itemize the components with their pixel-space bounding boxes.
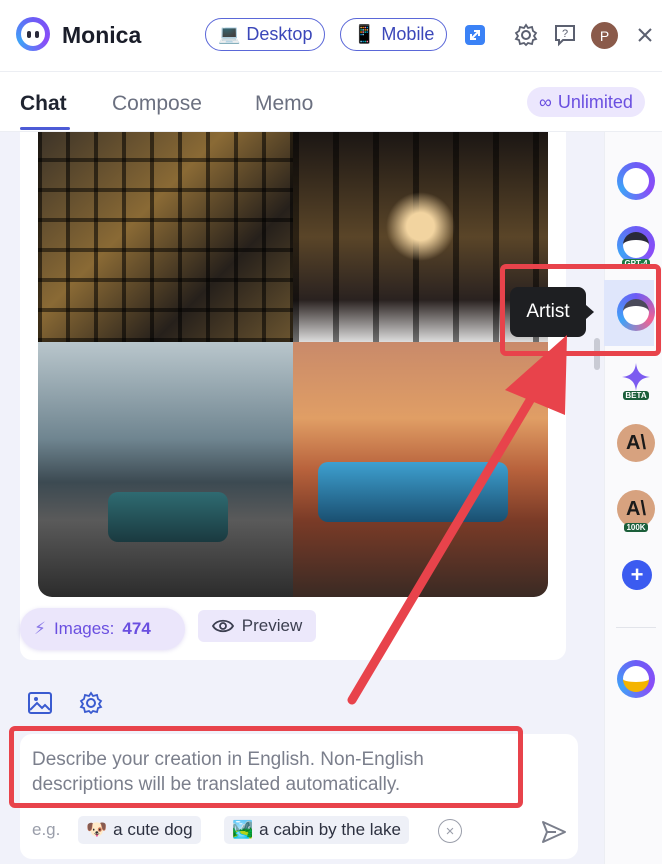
plan-badge[interactable]: ∞ Unlimited <box>527 87 645 117</box>
monica-logo-icon <box>16 17 50 51</box>
gear-icon[interactable] <box>513 22 539 48</box>
user-avatar[interactable]: P <box>591 22 618 49</box>
mobile-button[interactable]: 📱 Mobile <box>340 18 448 51</box>
preview-label: Preview <box>241 616 303 635</box>
active-tab-indicator <box>20 127 70 130</box>
example-chip-label: a cute dog <box>113 820 193 839</box>
gpt4-bot-icon[interactable]: GPT-4 <box>617 226 655 268</box>
laptop-icon: 💻 <box>218 24 241 44</box>
desktop-button-label: Desktop <box>246 24 313 44</box>
artist-tooltip: Artist <box>510 287 594 337</box>
images-count-badge: ⚡ Images: 474 <box>20 608 185 650</box>
mobile-button-label: Mobile <box>381 24 435 44</box>
tab-compose[interactable]: Compose <box>112 92 202 116</box>
svg-text:?: ? <box>562 28 568 40</box>
expand-icon[interactable] <box>462 22 488 48</box>
input-highlight-box <box>9 726 523 808</box>
app-header: Monica 💻 Desktop 📱 Mobile ? P <box>0 0 662 72</box>
claude-bot-icon[interactable]: A\ <box>617 424 655 462</box>
example-chip-label: a cabin by the lake <box>259 820 401 839</box>
tab-chat[interactable]: Chat <box>20 92 67 116</box>
close-icon[interactable] <box>632 22 658 48</box>
100k-badge: 100K <box>624 523 648 532</box>
gemini-bot-icon[interactable]: BETA <box>617 358 655 400</box>
lightning-icon: ⚡ <box>34 619 46 638</box>
settings-gear-icon[interactable] <box>78 690 104 716</box>
desktop-button[interactable]: 💻 Desktop <box>205 18 326 51</box>
beta-badge: BETA <box>623 391 649 400</box>
preview-button[interactable]: Preview <box>198 610 316 642</box>
dog-icon: 🐶 <box>86 820 108 839</box>
images-count: 474 <box>122 619 151 638</box>
landscape-icon: 🏞️ <box>232 820 254 839</box>
examples-prefix: e.g. <box>32 820 61 839</box>
sidebar-divider <box>616 627 656 628</box>
generated-image-4[interactable] <box>293 342 548 597</box>
clear-examples-icon[interactable]: × <box>438 819 462 843</box>
images-label: Images: <box>53 619 115 638</box>
generated-image-3[interactable] <box>38 342 293 597</box>
claude-100k-bot-icon[interactable]: A\ 100K <box>617 490 655 532</box>
monica-bot-icon[interactable] <box>617 162 655 200</box>
mail-bot-icon[interactable] <box>617 660 655 698</box>
app-title: Monica <box>62 22 142 48</box>
tab-memo[interactable]: Memo <box>255 92 313 116</box>
infinity-icon: ∞ <box>539 91 552 112</box>
add-bot-icon[interactable]: + <box>622 560 652 590</box>
plan-label: Unlimited <box>557 91 633 112</box>
help-icon[interactable]: ? <box>552 22 578 48</box>
image-upload-icon[interactable] <box>27 690 53 716</box>
send-icon[interactable] <box>540 818 568 846</box>
eye-icon <box>211 619 234 633</box>
example-chip-cabin[interactable]: 🏞️ a cabin by the lake <box>224 816 409 844</box>
phone-icon: 📱 <box>353 24 376 44</box>
generated-image-1[interactable] <box>38 132 293 342</box>
example-chip-cute-dog[interactable]: 🐶 a cute dog <box>78 816 201 844</box>
